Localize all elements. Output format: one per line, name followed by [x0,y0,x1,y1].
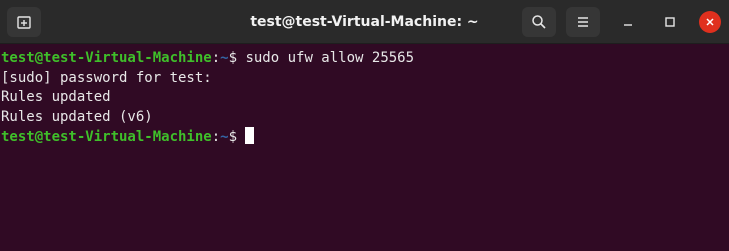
command-text: sudo ufw allow 25565 [245,50,415,66]
search-icon [532,15,546,29]
menu-button[interactable] [566,7,600,37]
terminal-window: test@test-Virtual-Machine: ~ test@test-V… [0,0,729,251]
output-line: Rules updated [1,89,111,105]
close-icon [706,18,714,26]
text-cursor [245,127,255,144]
prompt-user: test@test-Virtual-Machine [1,129,212,145]
title-bar: test@test-Virtual-Machine: ~ [0,0,729,44]
prompt-symbol: $ [228,129,246,145]
output-line: Rules updated (v6) [1,108,153,125]
new-tab-icon [17,16,31,29]
command-line: test@test-Virtual-Machine:~$ sudo ufw al… [1,49,729,69]
minimize-button[interactable] [617,11,639,33]
minimize-icon [624,24,632,26]
output-line: [sudo] password for test: [1,69,212,86]
prompt-path: ~ [220,129,229,145]
prompt-symbol: $ [228,50,246,66]
terminal-output[interactable]: test@test-Virtual-Machine:~$ sudo ufw al… [0,44,729,251]
prompt-separator: : [211,50,221,66]
close-button[interactable] [699,11,721,33]
prompt-separator: : [211,129,221,145]
hamburger-menu-icon [578,17,588,27]
maximize-icon [665,17,675,27]
prompt-path: ~ [220,50,229,66]
maximize-button[interactable] [659,11,681,33]
prompt-user: test@test-Virtual-Machine [1,50,212,66]
search-button[interactable] [522,7,556,37]
active-prompt-line[interactable]: test@test-Virtual-Machine:~$ [1,127,729,147]
new-tab-button[interactable] [7,7,41,37]
